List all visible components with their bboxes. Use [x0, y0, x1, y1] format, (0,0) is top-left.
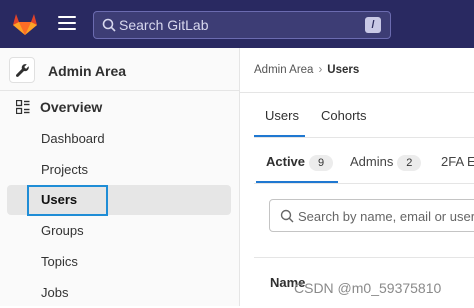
wrench-icon — [15, 64, 29, 77]
tab-label: Admins — [350, 154, 394, 169]
count-badge: 2 — [397, 154, 422, 171]
tab-active-users[interactable]: Active 9 — [266, 154, 334, 171]
sidebar-section-label: Overview — [40, 99, 103, 115]
tab-2fa[interactable]: 2FA E — [441, 154, 474, 169]
chevron-right-icon: › — [318, 64, 323, 76]
tab-users[interactable]: Users — [265, 108, 299, 123]
search-shortcut-key: / — [365, 17, 381, 33]
search-placeholder: Search GitLab — [119, 17, 209, 33]
users-highlight-box — [27, 185, 108, 216]
tab-label: Active — [266, 154, 306, 169]
sidebar-header[interactable]: Admin Area — [0, 48, 240, 91]
breadcrumb: Admin Area › Users — [254, 64, 359, 76]
hamburger-menu-icon[interactable] — [58, 16, 76, 32]
tab-label: 2FA E — [441, 154, 474, 169]
user-search-input[interactable] — [298, 206, 474, 226]
sidebar-item-projects[interactable]: Projects — [7, 155, 231, 185]
tab-admins[interactable]: Admins 2 — [350, 154, 422, 171]
sidebar-item-groups[interactable]: Groups — [7, 216, 231, 246]
admin-sidebar: Admin Area Overview Dashboard Projects U… — [0, 48, 240, 306]
sidebar-item-label: Dashboard — [41, 131, 105, 146]
sidebar-item-topics[interactable]: Topics — [7, 247, 231, 277]
sidebar-item-label: Jobs — [41, 285, 69, 300]
sidebar-item-label: Topics — [41, 254, 78, 269]
search-icon — [102, 18, 116, 32]
gitlab-logo[interactable] — [12, 12, 38, 36]
tabs-divider — [254, 137, 474, 138]
watermark-text: CSDN @m0_59375810 — [294, 280, 442, 296]
count-badge: 9 — [309, 154, 334, 171]
admin-area-avatar — [9, 57, 35, 83]
sidebar-item-dashboard[interactable]: Dashboard — [7, 124, 231, 154]
user-search-field[interactable] — [269, 199, 474, 232]
sidebar-title: Admin Area — [48, 63, 127, 79]
table-top-divider — [254, 257, 474, 258]
breadcrumb-current[interactable]: Users — [327, 64, 359, 76]
tab-cohorts[interactable]: Cohorts — [321, 108, 367, 123]
breadcrumb-divider — [240, 92, 474, 93]
global-search-box[interactable]: Search GitLab / — [93, 11, 391, 39]
sidebar-item-label: Projects — [41, 162, 88, 177]
search-icon — [280, 209, 294, 223]
subtabs-divider — [254, 183, 474, 184]
breadcrumb-parent[interactable]: Admin Area — [254, 64, 313, 76]
overview-grid-icon — [16, 100, 30, 114]
top-navbar: Search GitLab / — [0, 0, 474, 48]
sidebar-item-label: Groups — [41, 223, 84, 238]
sidebar-item-jobs[interactable]: Jobs — [7, 278, 231, 308]
